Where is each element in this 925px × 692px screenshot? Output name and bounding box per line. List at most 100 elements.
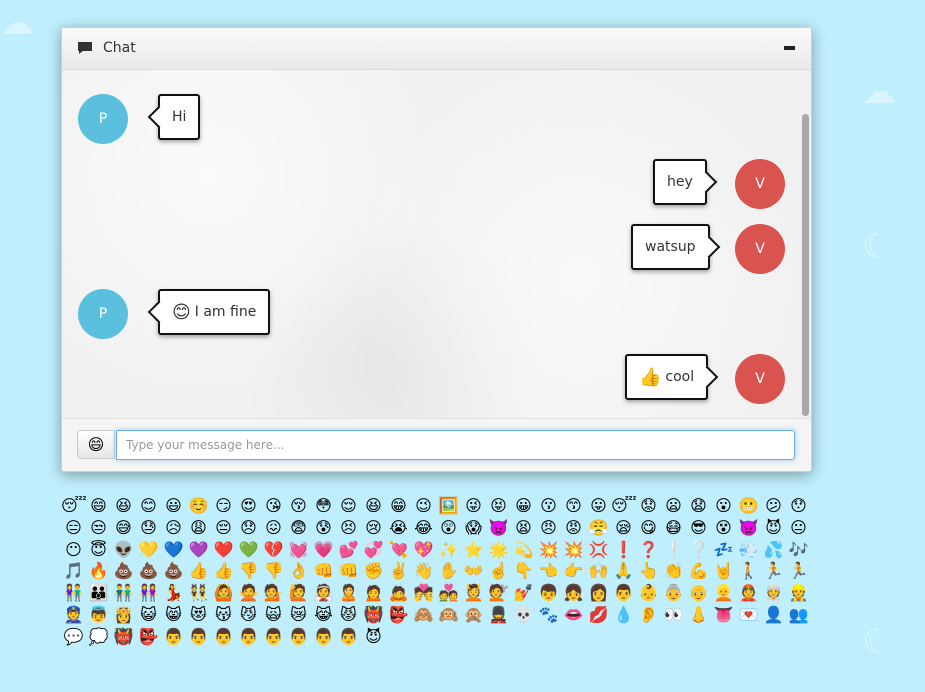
emoji-option[interactable]: 🚶	[736, 560, 761, 581]
emoji-option[interactable]: 💀	[511, 604, 536, 625]
emoji-option[interactable]: 💬	[61, 626, 86, 647]
emoji-option[interactable]: 💁	[261, 582, 286, 603]
emoji-option[interactable]: 😩	[186, 517, 211, 538]
emoji-option[interactable]: 🎶	[786, 539, 811, 560]
emoji-option[interactable]: 😹	[311, 604, 336, 625]
emoji-option[interactable]: 🙍	[361, 582, 386, 603]
emoji-option[interactable]: ❔	[686, 539, 711, 560]
emoji-option[interactable]: 😫	[511, 517, 536, 538]
emoji-option[interactable]: 👩	[586, 582, 611, 603]
emoji-option[interactable]: 😕	[761, 495, 786, 516]
emoji-option[interactable]: 👎	[236, 560, 261, 581]
emoji-option[interactable]: 👦	[536, 582, 561, 603]
emoji-option[interactable]: 😔	[211, 517, 236, 538]
emoji-option[interactable]: 💇	[486, 582, 511, 603]
emoji-option[interactable]: 👨	[211, 626, 236, 647]
emoji-option[interactable]: 😯	[786, 495, 811, 516]
emoji-option[interactable]: 😊	[136, 495, 161, 516]
emoji-option[interactable]: 🙊	[461, 604, 486, 625]
emoji-option[interactable]: 😣	[336, 517, 361, 538]
emoji-option[interactable]: 💞	[361, 539, 386, 560]
emoji-option[interactable]: 💦	[761, 539, 786, 560]
emoji-option[interactable]: 😛	[586, 495, 611, 516]
emoji-option[interactable]: 👵	[661, 582, 686, 603]
emoji-option[interactable]: 💫	[511, 539, 536, 560]
emoji-option[interactable]: ☺️	[186, 495, 211, 516]
emoji-option[interactable]: 😆	[361, 495, 386, 516]
emoji-option[interactable]: 😪	[611, 517, 636, 538]
emoji-option[interactable]: 👿	[736, 517, 761, 538]
emoji-option[interactable]: 😶	[61, 539, 86, 560]
emoji-option[interactable]: ✋	[436, 560, 461, 581]
emoji-option[interactable]: 👏	[661, 560, 686, 581]
emoji-option[interactable]: 👹	[111, 626, 136, 647]
emoji-option[interactable]: 👅	[711, 604, 736, 625]
emoji-option[interactable]: 👎	[261, 560, 286, 581]
emoji-option[interactable]: 🖼️	[436, 495, 461, 516]
emoji-option[interactable]: 💆	[461, 582, 486, 603]
emoji-option[interactable]: 😉	[411, 495, 436, 516]
emoji-option[interactable]: 😮	[711, 495, 736, 516]
emoji-option[interactable]: 😑	[61, 517, 86, 538]
emoji-option[interactable]: 👳	[761, 582, 786, 603]
emoji-option[interactable]: 💥	[536, 539, 561, 560]
emoji-option[interactable]: 😅	[111, 517, 136, 538]
emoji-option[interactable]: 😌	[336, 495, 361, 516]
emoji-option[interactable]: 💚	[236, 539, 261, 560]
emoji-option[interactable]: 👺	[386, 604, 411, 625]
emoji-option[interactable]: 😎	[686, 517, 711, 538]
emoji-option[interactable]: 😾	[336, 604, 361, 625]
emoji-option[interactable]: 👊	[336, 560, 361, 581]
emoji-option[interactable]: 👊	[311, 560, 336, 581]
emoji-option[interactable]: 👲	[736, 582, 761, 603]
emoji-option[interactable]: 👯	[186, 582, 211, 603]
emoji-option[interactable]: 👍	[186, 560, 211, 581]
emoji-option[interactable]: 💂	[486, 604, 511, 625]
scrollbar[interactable]	[800, 70, 811, 418]
emoji-option[interactable]: 🐾	[536, 604, 561, 625]
emoji-option[interactable]: 🙈	[411, 604, 436, 625]
emoji-option[interactable]: 👰	[311, 582, 336, 603]
emoji-option[interactable]: 😝	[486, 495, 511, 516]
emoji-option[interactable]: 😭	[386, 517, 411, 538]
emoji-option[interactable]: 😄	[86, 495, 111, 516]
emoji-option[interactable]: 👄	[561, 604, 586, 625]
emoji-option[interactable]: 💑	[436, 582, 461, 603]
emoji-option[interactable]: 😈	[361, 626, 386, 647]
emoji-option[interactable]: 👫	[61, 582, 86, 603]
emoji-option[interactable]: 🙆	[211, 582, 236, 603]
emoji-option[interactable]: ⭐	[461, 539, 486, 560]
emoji-option[interactable]: 👱	[711, 582, 736, 603]
emoji-option[interactable]: 💗	[311, 539, 336, 560]
emoji-option[interactable]: 💋	[586, 604, 611, 625]
emoji-option[interactable]: 👐	[461, 560, 486, 581]
emoji-option[interactable]: 😸	[161, 604, 186, 625]
emoji-option[interactable]: 🙋	[286, 582, 311, 603]
emoji-option[interactable]: ✨	[436, 539, 461, 560]
emoji-option[interactable]: 💖	[411, 539, 436, 560]
emoji-option[interactable]: 👪	[86, 582, 111, 603]
emoji-option[interactable]: 😻	[186, 604, 211, 625]
emoji-option[interactable]: 😴	[61, 495, 86, 516]
emoji-option[interactable]: 💨	[736, 539, 761, 560]
emoji-option[interactable]: 💧	[611, 604, 636, 625]
emoji-option[interactable]: 😚	[286, 495, 311, 516]
emoji-option[interactable]: 👉	[561, 560, 586, 581]
emoji-option[interactable]: 😀	[511, 495, 536, 516]
emoji-option[interactable]: 👺	[136, 626, 161, 647]
emoji-option[interactable]: 💢	[586, 539, 611, 560]
emoji-option[interactable]: ❕	[661, 539, 686, 560]
emoji-option[interactable]: 👧	[561, 582, 586, 603]
emoji-option[interactable]: 😃	[161, 495, 186, 516]
emoji-option[interactable]: 😞	[236, 517, 261, 538]
emoji-option[interactable]: 👂	[636, 604, 661, 625]
emoji-option[interactable]: 😦	[661, 495, 686, 516]
emoji-option[interactable]: 😓	[136, 517, 161, 538]
emoji-option[interactable]: 💪	[686, 560, 711, 581]
emoji-option[interactable]: 😏	[211, 495, 236, 516]
emoji-option[interactable]: 😼	[236, 604, 261, 625]
emoji-option[interactable]: 😡	[561, 517, 586, 538]
emoji-option[interactable]: 😂	[411, 517, 436, 538]
emoji-option[interactable]: 🏃	[761, 560, 786, 581]
emoji-option[interactable]: 💤	[711, 539, 736, 560]
